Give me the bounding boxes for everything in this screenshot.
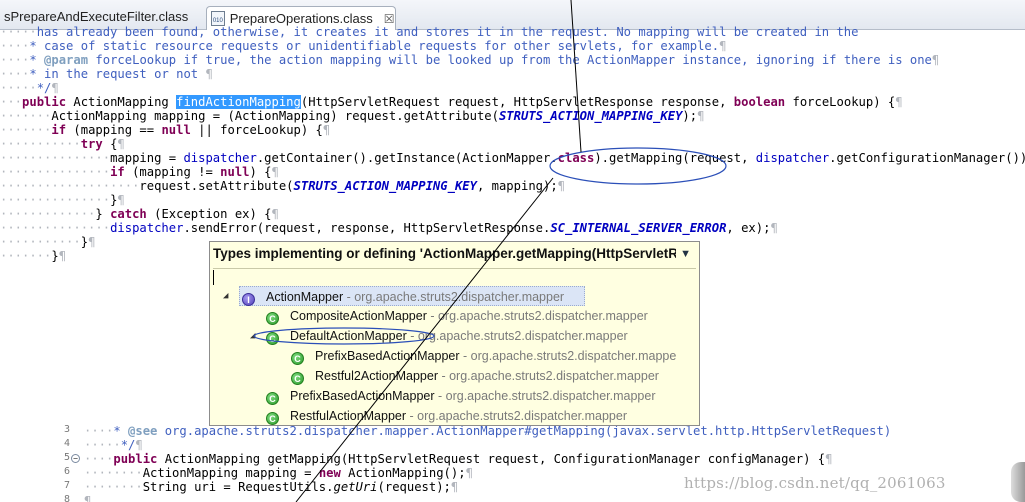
line-number: 6	[63, 466, 70, 477]
popup-filter-input[interactable]	[210, 269, 699, 286]
code-line: ···public ActionMapping findActionMappin…	[0, 95, 903, 109]
tree-item-defaultactionmapper[interactable]: C DefaultActionMapper - org.apache.struts…	[266, 326, 628, 346]
code-line: ·······ActionMapping mapping = (ActionMa…	[0, 109, 705, 123]
selected-method-name: findActionMapping	[176, 95, 301, 109]
code-line: ···········}¶	[0, 235, 96, 249]
tree-item-prefixbasedactionmapper[interactable]: C PrefixBasedActionMapper - org.apache.st…	[291, 346, 676, 366]
code-line: ········ActionMapping mapping = new Acti…	[84, 466, 473, 480]
popup-title: Types implementing or defining 'ActionMa…	[213, 246, 691, 261]
code-line: ¶	[84, 494, 92, 502]
class-icon: C	[266, 312, 279, 325]
line-number: 5	[63, 452, 70, 463]
tree-item-restful2actionmapper[interactable]: C Restful2ActionMapper - org.apache.strut…	[291, 366, 659, 386]
line-number: 4	[63, 438, 70, 449]
class-file-icon	[211, 11, 225, 26]
fold-toggle-icon[interactable]: −	[71, 454, 80, 463]
line-number: 7	[63, 480, 70, 491]
code-line: ····* @param forceLookup if true, the ac…	[0, 53, 940, 67]
code-line: ····* @see org.apache.struts2.dispatcher…	[84, 424, 892, 438]
close-tab-icon[interactable]: ☒	[384, 12, 395, 26]
code-line: ···············}¶	[0, 193, 125, 207]
popup-menu-icon[interactable]: ▼	[676, 248, 691, 260]
code-line: ···············if (mapping != null) {¶	[0, 165, 279, 179]
tree-item-actionmapper[interactable]: I ActionMapper - org.apache.struts2.dispa…	[239, 286, 585, 306]
code-line: ········String uri = RequestUtils.getUri…	[84, 480, 459, 494]
tab-label: PrepareOperations.class	[229, 11, 373, 26]
code-line: ····* in the request or not ¶	[0, 67, 213, 81]
class-icon: C	[291, 352, 304, 365]
watermark-text: https://blog.csdn.net/qq_2061063	[684, 474, 946, 492]
code-line: ·······if (mapping == null || forceLooku…	[0, 123, 331, 137]
line-number: 8	[63, 494, 70, 502]
class-icon: C	[266, 392, 279, 405]
line-number: 3	[63, 424, 70, 435]
class-icon: C	[266, 412, 279, 425]
tab-label: sPrepareAndExecuteFilter.class	[4, 9, 189, 24]
interface-icon: I	[242, 293, 255, 306]
code-line: ···············dispatcher.sendError(requ…	[0, 221, 778, 235]
text-caret	[213, 270, 214, 285]
code-line: ···················request.setAttribute(…	[0, 179, 566, 193]
tree-item-compositeactionmapper[interactable]: C CompositeActionMapper - org.apache.stru…	[266, 306, 648, 326]
code-line: ·······}¶	[0, 249, 67, 263]
code-line: ·····has already been found, otherwise, …	[0, 25, 859, 39]
corner-avatar-fragment	[1011, 462, 1025, 502]
code-line: ·····*/¶	[84, 438, 143, 452]
code-line: ···········try {¶	[0, 137, 125, 151]
code-line: ····* case of static resource requests o…	[0, 39, 727, 53]
class-icon: C	[291, 372, 304, 385]
type-hierarchy-popup[interactable]: Types implementing or defining 'ActionMa…	[209, 241, 700, 426]
code-line: ····public ActionMapping getMapping(Http…	[84, 452, 833, 466]
collapse-toggle-icon[interactable]: ◢	[250, 331, 255, 341]
tree-item-prefixbasedactionmapper[interactable]: C PrefixBasedActionMapper - org.apache.st…	[266, 386, 656, 406]
code-line: ·············} catch (Exception ex) {¶	[0, 207, 279, 221]
code-line: ···············mapping = dispatcher.getC…	[0, 151, 1025, 165]
collapse-toggle-icon[interactable]: ◢	[223, 291, 228, 301]
class-icon: C	[266, 332, 279, 345]
code-line: ·····*/¶	[0, 81, 59, 95]
tree-item-restfulactionmapper[interactable]: C RestfulActionMapper - org.apache.struts…	[266, 406, 627, 425]
